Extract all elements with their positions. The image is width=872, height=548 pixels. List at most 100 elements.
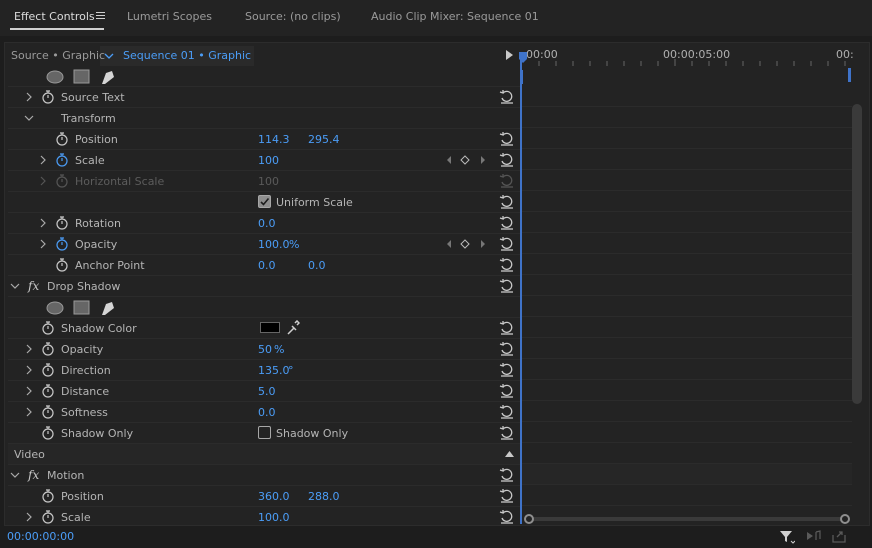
reset-icon[interactable] (499, 152, 515, 168)
reset-icon[interactable] (499, 131, 515, 147)
direction-row: Direction 135.0 ° (8, 360, 520, 381)
stopwatch-icon[interactable] (41, 426, 55, 440)
shadow-only-checkbox[interactable] (258, 426, 271, 439)
reset-icon[interactable] (499, 194, 515, 210)
vertical-scrollbar[interactable] (852, 104, 862, 404)
anchor-point-y-value[interactable]: 0.0 (308, 259, 326, 272)
fx-icon[interactable]: fx (28, 279, 39, 293)
reset-icon[interactable] (499, 278, 515, 294)
chevron-right-icon[interactable] (24, 386, 34, 396)
source-graphic-tab[interactable]: Source • Graphic (11, 49, 105, 62)
stopwatch-icon[interactable] (41, 510, 55, 524)
time-ruler[interactable]: 00:00 00:00:05:00 00: (519, 46, 854, 84)
stopwatch-active-icon[interactable] (55, 237, 69, 251)
filter-icon[interactable] (779, 530, 795, 544)
chevron-down-icon[interactable] (10, 281, 20, 291)
eyedropper-icon[interactable] (286, 320, 300, 336)
stopwatch-icon[interactable] (55, 132, 69, 146)
reset-icon[interactable] (499, 341, 515, 357)
panel-menu-icon[interactable] (96, 12, 105, 21)
chevron-right-icon[interactable] (38, 218, 48, 228)
chevron-right-icon[interactable] (24, 365, 34, 375)
reset-icon[interactable] (499, 89, 515, 105)
motion-position-y-value[interactable]: 288.0 (308, 490, 340, 503)
reset-icon[interactable] (499, 467, 515, 483)
export-icon[interactable] (832, 530, 848, 544)
opacity-label: Opacity (75, 238, 118, 251)
stopwatch-icon[interactable] (41, 405, 55, 419)
chevron-right-icon[interactable] (24, 512, 34, 522)
stopwatch-icon[interactable] (55, 258, 69, 272)
timeline-row (522, 317, 852, 338)
reset-icon[interactable] (499, 215, 515, 231)
chevron-down-icon[interactable] (10, 470, 20, 480)
position-y-value[interactable]: 295.4 (308, 133, 340, 146)
source-text-row[interactable]: Source Text (8, 87, 520, 108)
softness-value[interactable]: 0.0 (258, 406, 276, 419)
reset-icon[interactable] (499, 404, 515, 420)
mask-shape-tools[interactable] (46, 299, 120, 317)
stopwatch-active-icon[interactable] (55, 153, 69, 167)
reset-icon[interactable] (499, 425, 515, 441)
panel-tab-bar: Effect Controls Lumetri Scopes Source: (… (0, 0, 872, 36)
shadow-opacity-value[interactable]: 50 (258, 343, 272, 356)
distance-value[interactable]: 5.0 (258, 385, 276, 398)
chevron-down-icon[interactable] (24, 113, 34, 123)
timeline-zoom-scrollbar[interactable] (524, 512, 854, 526)
chevron-right-icon[interactable] (38, 155, 48, 165)
video-section-header[interactable]: Video (8, 444, 520, 465)
direction-value[interactable]: 135.0 (258, 364, 290, 377)
stopwatch-icon[interactable] (55, 216, 69, 230)
stopwatch-icon[interactable] (41, 321, 55, 335)
sequence-graphic-tab[interactable]: Sequence 01 • Graphic (123, 49, 251, 62)
rotation-value[interactable]: 0.0 (258, 217, 276, 230)
keyframe-timeline[interactable]: 00:00 00:00:05:00 00: (519, 46, 854, 516)
reset-icon[interactable] (499, 320, 515, 336)
source-text-label: Source Text (61, 91, 125, 104)
chevron-right-icon[interactable] (24, 92, 34, 102)
drop-shadow-effect-row[interactable]: fx Drop Shadow (8, 276, 520, 297)
play-only-video-button[interactable] (505, 49, 515, 61)
reset-icon[interactable] (499, 383, 515, 399)
opacity-value[interactable]: 100.0 (258, 238, 290, 251)
reset-icon[interactable] (499, 509, 515, 524)
motion-effect-row[interactable]: fx Motion (8, 465, 520, 486)
chevron-right-icon[interactable] (38, 239, 48, 249)
mask-shape-tools[interactable] (46, 68, 120, 86)
zoom-scrollbar-track[interactable] (530, 517, 844, 521)
tab-source[interactable]: Source: (no clips) (245, 10, 341, 23)
current-timecode[interactable]: 00:00:00:00 (7, 530, 74, 543)
shadow-color-swatch[interactable] (260, 322, 280, 333)
uniform-scale-checkbox[interactable] (258, 195, 271, 208)
current-time-indicator-line[interactable] (520, 52, 522, 524)
chevron-right-icon[interactable] (24, 407, 34, 417)
stopwatch-icon[interactable] (41, 90, 55, 104)
zoom-handle-right[interactable] (840, 514, 850, 524)
play-audio-icon[interactable] (806, 530, 822, 544)
stopwatch-icon[interactable] (41, 489, 55, 503)
reset-icon[interactable] (499, 362, 515, 378)
reset-icon[interactable] (499, 236, 515, 252)
anchor-point-x-value[interactable]: 0.0 (258, 259, 276, 272)
tab-lumetri-scopes[interactable]: Lumetri Scopes (127, 10, 212, 23)
scale-value[interactable]: 100 (258, 154, 279, 167)
stopwatch-icon[interactable] (41, 363, 55, 377)
position-x-value[interactable]: 114.3 (258, 133, 290, 146)
chevron-down-icon[interactable] (104, 51, 114, 61)
fx-icon[interactable]: fx (28, 468, 39, 482)
reset-icon[interactable] (499, 257, 515, 273)
transform-group-row[interactable]: Transform (8, 108, 520, 129)
keyframe-navigator-icon[interactable] (446, 155, 486, 165)
keyframe-navigator-icon[interactable] (446, 239, 486, 249)
motion-position-x-value[interactable]: 360.0 (258, 490, 290, 503)
tab-effect-controls[interactable]: Effect Controls (14, 10, 95, 23)
collapse-up-icon[interactable] (505, 451, 514, 457)
stopwatch-icon[interactable] (41, 384, 55, 398)
reset-icon[interactable] (499, 488, 515, 504)
timeline-row (522, 296, 852, 317)
stopwatch-icon[interactable] (41, 342, 55, 356)
motion-scale-value[interactable]: 100.0 (258, 511, 290, 524)
chevron-right-icon[interactable] (24, 344, 34, 354)
zoom-handle-left[interactable] (524, 514, 534, 524)
tab-audio-clip-mixer[interactable]: Audio Clip Mixer: Sequence 01 (371, 10, 539, 23)
